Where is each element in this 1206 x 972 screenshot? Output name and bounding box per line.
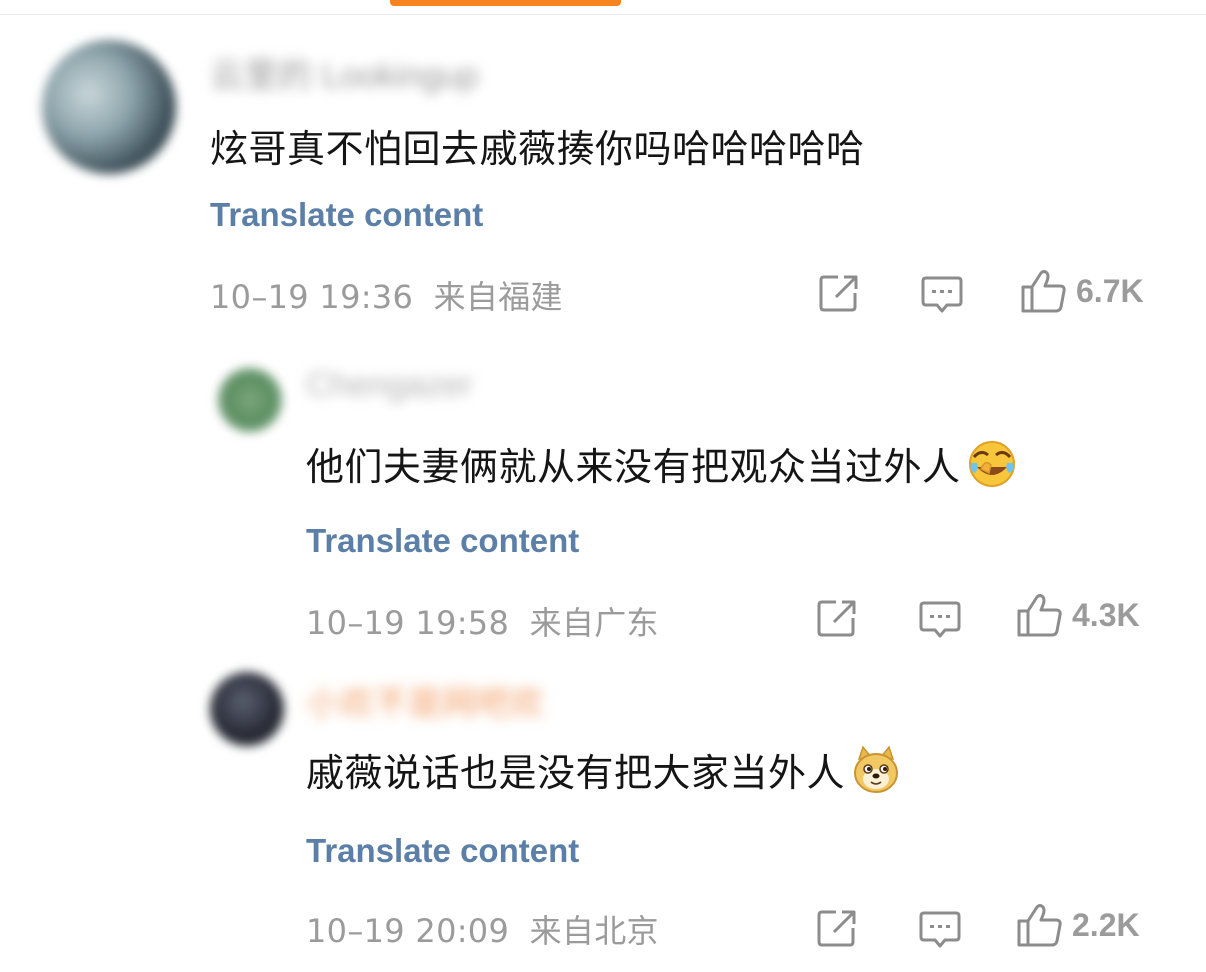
share-icon	[819, 275, 858, 312]
comment-text-content: 他们夫妻俩就从来没有把观众当过外人	[306, 445, 961, 489]
like-count: 2.2K	[1072, 906, 1140, 943]
comment-date: 10–19 20:09	[306, 912, 510, 950]
comment-text-content: 戚薇说话也是没有把大家当外人	[306, 751, 846, 795]
username[interactable]: 云里的 Lookingup	[210, 48, 478, 97]
share-button[interactable]	[816, 598, 858, 638]
username[interactable]: Chengazer	[306, 366, 472, 405]
thumbs-up-icon	[1017, 594, 1062, 637]
like-count: 6.7K	[1076, 272, 1144, 309]
share-button[interactable]	[818, 273, 860, 313]
comment-location: 来自广东	[529, 604, 659, 642]
comment-location: 来自北京	[529, 912, 659, 950]
laugh-cry-emoji	[968, 440, 1015, 487]
comment-text: 炫哥真不怕回去戚薇揍你吗哈哈哈哈哈	[210, 118, 865, 173]
avatar[interactable]	[210, 672, 284, 746]
share-icon	[817, 910, 856, 947]
share-icon	[817, 600, 856, 637]
like-button[interactable]: 2.2K	[1016, 902, 1140, 948]
like-button[interactable]: 4.3K	[1016, 592, 1140, 638]
username[interactable]: 小欢不是网吧欢	[306, 676, 544, 725]
thumbs-up-icon	[1021, 270, 1066, 313]
avatar[interactable]	[218, 368, 282, 432]
comment-meta: 10–19 20:09 来自北京	[306, 906, 659, 952]
comment-location: 来自福建	[433, 278, 563, 316]
reply-button[interactable]	[920, 275, 964, 315]
comment-meta: 10–19 19:58 来自广东	[306, 598, 659, 644]
active-tab-indicator	[390, 0, 621, 6]
share-button[interactable]	[816, 908, 858, 948]
comment-date: 10–19 19:58	[306, 604, 510, 642]
reply-button[interactable]	[918, 910, 962, 950]
thumbs-up-icon	[1017, 904, 1062, 947]
comment-icon	[921, 276, 963, 313]
comment-icon	[919, 911, 961, 948]
reply-button[interactable]	[918, 600, 962, 640]
comment-text-content: 炫哥真不怕回去戚薇揍你吗哈哈哈哈哈	[210, 127, 865, 171]
avatar[interactable]	[42, 40, 176, 174]
comment-text: 戚薇说话也是没有把大家当外人	[306, 742, 901, 797]
like-button[interactable]: 6.7K	[1020, 268, 1144, 314]
comment-text: 他们夫妻俩就从来没有把观众当过外人	[306, 436, 1017, 491]
like-count: 4.3K	[1072, 596, 1140, 633]
translate-link[interactable]: Translate content	[210, 196, 483, 234]
doge-emoji	[854, 744, 899, 793]
comment-date: 10–19 19:36	[210, 278, 414, 316]
translate-link[interactable]: Translate content	[306, 832, 579, 870]
translate-link[interactable]: Translate content	[306, 522, 579, 560]
comment-meta: 10–19 19:36 来自福建	[210, 272, 563, 318]
top-divider	[0, 14, 1206, 15]
comment-icon	[919, 601, 961, 638]
